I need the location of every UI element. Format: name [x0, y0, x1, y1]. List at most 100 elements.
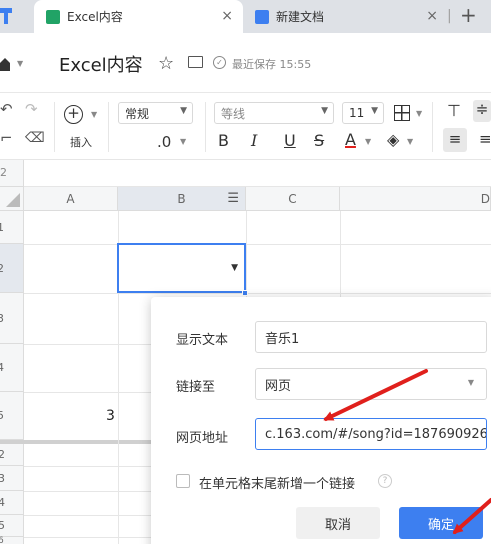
chevron-down-icon[interactable]: ▼	[407, 137, 413, 146]
row-header[interactable]: 6	[0, 535, 24, 544]
undo-icon[interactable]: ↶	[0, 100, 13, 118]
app-logo-icon[interactable]	[0, 8, 12, 24]
format-painter-icon[interactable]: ⌐	[0, 129, 13, 147]
sheet-icon	[46, 9, 60, 24]
saved-check-icon: ✓	[213, 56, 226, 69]
column-header-d[interactable]: D	[340, 187, 491, 211]
append-link-checkbox[interactable]	[176, 474, 190, 488]
row-header[interactable]: 2	[0, 244, 24, 293]
chevron-down-icon[interactable]: ▼	[91, 110, 97, 119]
number-format-select[interactable]: 常规 ▼	[118, 102, 193, 124]
filter-icon[interactable]: ☰	[227, 191, 239, 206]
insert-label[interactable]: 插入	[70, 134, 92, 150]
cell-a5-value[interactable]: 3	[106, 408, 115, 424]
link-to-label: 链接至	[176, 380, 216, 395]
chevron-down-icon: ▼	[321, 106, 328, 116]
row-number: 1	[0, 220, 4, 234]
gridline	[246, 211, 247, 297]
border-icon[interactable]	[394, 105, 410, 121]
column-label: D	[480, 191, 490, 206]
fill-handle[interactable]	[242, 290, 248, 296]
move-folder-icon[interactable]	[188, 56, 203, 68]
italic-button[interactable]: I	[251, 131, 257, 150]
chevron-down-icon[interactable]: ▼	[365, 137, 371, 146]
confirm-button[interactable]: 确定	[399, 507, 483, 539]
chevron-down-icon[interactable]: ▼	[180, 137, 186, 146]
row-number: 2	[0, 448, 5, 461]
save-status: 最近保存 15:55	[232, 58, 312, 71]
font-color-button[interactable]: A	[345, 130, 356, 149]
chevron-down-icon[interactable]: ▼	[416, 109, 422, 118]
gridline	[24, 491, 151, 492]
row-header[interactable]: 2	[0, 444, 24, 466]
gridline	[24, 244, 491, 245]
number-format-value: 常规	[125, 106, 150, 121]
column-header-a[interactable]: A	[24, 187, 118, 211]
row-header[interactable]: 4	[0, 491, 24, 515]
dropdown-arrow-icon[interactable]: ▼	[231, 263, 238, 273]
home-icon[interactable]	[0, 56, 10, 75]
align-left-icon[interactable]: ≡	[443, 128, 467, 152]
new-tab-button[interactable]: +	[460, 3, 477, 27]
row-number: 4	[0, 496, 5, 509]
row-header[interactable]: 3	[0, 466, 24, 491]
formatting-toolbar: ↶ ↷ ⌐ ⌫ + ▼ 插入 常规 ▼ .0 ▼ 等线 ▼ 11 ▼ ▼ B I…	[0, 94, 491, 160]
cancel-button[interactable]: 取消	[296, 507, 380, 539]
row-header[interactable]: 1	[0, 211, 24, 244]
url-input[interactable]: c.163.com/#/song?id=1876909269	[255, 418, 487, 450]
strikethrough-button[interactable]: S	[314, 131, 324, 150]
close-icon[interactable]: ×	[426, 8, 438, 24]
title-bar: ▼ Excel内容 ☆ ✓ 最近保存 15:55	[0, 33, 491, 93]
display-text-input[interactable]: 音乐1	[255, 321, 487, 353]
display-text-value: 音乐1	[265, 331, 300, 347]
bold-button[interactable]: B	[218, 131, 229, 150]
toolbar-divider	[108, 102, 109, 152]
row-number: 4	[0, 361, 4, 374]
gridline	[340, 211, 341, 297]
decimal-button[interactable]: .0	[157, 133, 171, 151]
row-header[interactable]: 4	[0, 344, 24, 392]
browser-tab-bar: Excel内容 × 新建文档 × | +	[0, 0, 491, 33]
tab-new-doc-label: 新建文档	[276, 10, 325, 24]
tab-excel[interactable]: Excel内容 ×	[34, 0, 243, 33]
tab-new-doc[interactable]: 新建文档 ×	[243, 0, 448, 33]
select-all-corner[interactable]	[0, 187, 24, 211]
document-title[interactable]: Excel内容	[59, 51, 143, 77]
row-header[interactable]: 5	[0, 392, 24, 440]
gridline	[24, 344, 151, 345]
row-number: 6	[0, 535, 4, 544]
star-icon[interactable]: ☆	[158, 53, 174, 74]
help-icon[interactable]: ?	[378, 474, 392, 488]
row-number: 3	[0, 471, 5, 485]
align-center-icon[interactable]: ≡	[479, 130, 491, 148]
row-number: 3	[0, 311, 4, 325]
row-header[interactable]: 3	[0, 293, 24, 344]
redo-icon[interactable]: ↷	[25, 100, 38, 118]
fill-color-icon[interactable]: ◈	[387, 130, 399, 149]
row-number: 5	[0, 519, 5, 532]
link-to-select[interactable]: 网页 ▼	[255, 368, 487, 400]
chevron-down-icon: ▼	[371, 106, 378, 116]
url-value: c.163.com/#/song?id=1876909269	[265, 426, 487, 442]
insert-plus-icon[interactable]: +	[64, 105, 83, 124]
chevron-down-icon[interactable]: ▼	[17, 59, 23, 68]
align-top-icon[interactable]: ⊤	[447, 101, 461, 120]
confirm-label: 确定	[427, 517, 454, 533]
row-header[interactable]: 5	[0, 515, 24, 537]
toolbar-divider	[205, 102, 206, 152]
append-link-label: 在单元格末尾新增一个链接	[199, 477, 356, 492]
tab-excel-label: Excel内容	[67, 10, 123, 24]
selected-cell-b2[interactable]: ▼	[117, 243, 246, 293]
font-size-select[interactable]: 11 ▼	[342, 102, 384, 124]
display-text-label: 显示文本	[176, 333, 229, 348]
doc-icon	[255, 9, 269, 24]
column-header-c[interactable]: C	[246, 187, 340, 211]
top-strip	[24, 160, 491, 187]
eraser-icon[interactable]: ⌫	[25, 130, 45, 146]
column-header-b[interactable]: B ☰	[118, 187, 246, 211]
align-middle-icon[interactable]: ≑	[473, 100, 491, 122]
column-label: C	[288, 191, 297, 206]
close-icon[interactable]: ×	[221, 8, 233, 24]
underline-button[interactable]: U	[284, 131, 296, 150]
font-family-select[interactable]: 等线 ▼	[214, 102, 334, 124]
